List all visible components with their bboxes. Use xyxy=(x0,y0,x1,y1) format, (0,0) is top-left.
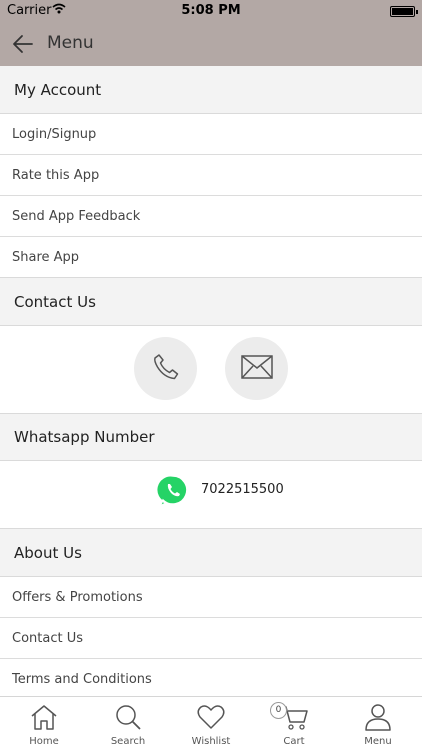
status-bar: Carrier 5:08 PM xyxy=(0,0,422,22)
heart-icon xyxy=(197,705,225,729)
phone-icon xyxy=(151,352,181,386)
rate-app-label: Rate this App xyxy=(12,167,100,183)
about-us-title: About Us xyxy=(14,543,82,562)
whatsapp-icon[interactable] xyxy=(155,474,189,508)
login-signup-label: Login/Signup xyxy=(12,126,97,142)
menu-content: My Account Login/Signup Rate this App Se… xyxy=(0,66,422,700)
tab-bar: Home Search Wishlist Cart Menu xyxy=(0,696,422,750)
back-arrow-icon[interactable] xyxy=(10,31,36,57)
person-icon xyxy=(365,704,391,731)
call-button[interactable] xyxy=(134,337,197,400)
email-button[interactable] xyxy=(225,337,288,400)
tab-wishlist-label: Wishlist xyxy=(191,736,231,747)
envelope-icon xyxy=(240,354,273,383)
contact-us-header: Contact Us xyxy=(0,277,422,326)
offers-promotions-label: Offers & Promotions xyxy=(12,589,143,605)
tab-menu[interactable]: Menu xyxy=(336,697,420,750)
share-app-label: Share App xyxy=(12,249,80,265)
login-signup-item[interactable]: Login/Signup xyxy=(0,114,422,155)
offers-promotions-item[interactable]: Offers & Promotions xyxy=(0,577,422,618)
share-app-item[interactable]: Share App xyxy=(0,237,422,278)
battery-icon xyxy=(390,6,418,17)
terms-conditions-item[interactable]: Terms and Conditions xyxy=(0,659,422,700)
tab-search[interactable]: Search xyxy=(86,697,170,750)
tab-cart-label: Cart xyxy=(283,736,305,747)
tab-home-label: Home xyxy=(29,736,59,747)
status-time: 5:08 PM xyxy=(181,3,241,18)
my-account-header: My Account xyxy=(0,66,422,114)
tab-home[interactable]: Home xyxy=(2,697,86,750)
my-account-title: My Account xyxy=(14,80,102,99)
tab-cart[interactable]: Cart xyxy=(252,697,336,750)
tab-wishlist[interactable]: Wishlist xyxy=(169,697,253,750)
contact-us-item[interactable]: Contact Us xyxy=(0,618,422,659)
rate-app-item[interactable]: Rate this App xyxy=(0,155,422,196)
tab-menu-label: Menu xyxy=(364,736,392,747)
cart-count-badge: 0 xyxy=(270,702,287,719)
terms-conditions-label: Terms and Conditions xyxy=(12,672,152,687)
nav-bar: Menu xyxy=(0,22,422,66)
tab-search-label: Search xyxy=(110,736,146,747)
about-us-header: About Us xyxy=(0,528,422,577)
page-title: Menu xyxy=(47,33,94,53)
home-icon xyxy=(31,705,57,730)
whatsapp-title: Whatsapp Number xyxy=(14,428,155,446)
search-icon xyxy=(116,705,141,730)
contact-us-title: Contact Us xyxy=(14,292,96,311)
contact-us-label: Contact Us xyxy=(12,630,83,646)
send-feedback-label: Send App Feedback xyxy=(12,208,141,224)
whatsapp-header: Whatsapp Number xyxy=(0,413,422,461)
send-feedback-item[interactable]: Send App Feedback xyxy=(0,196,422,237)
whatsapp-number[interactable]: 7022515500 xyxy=(201,482,284,497)
